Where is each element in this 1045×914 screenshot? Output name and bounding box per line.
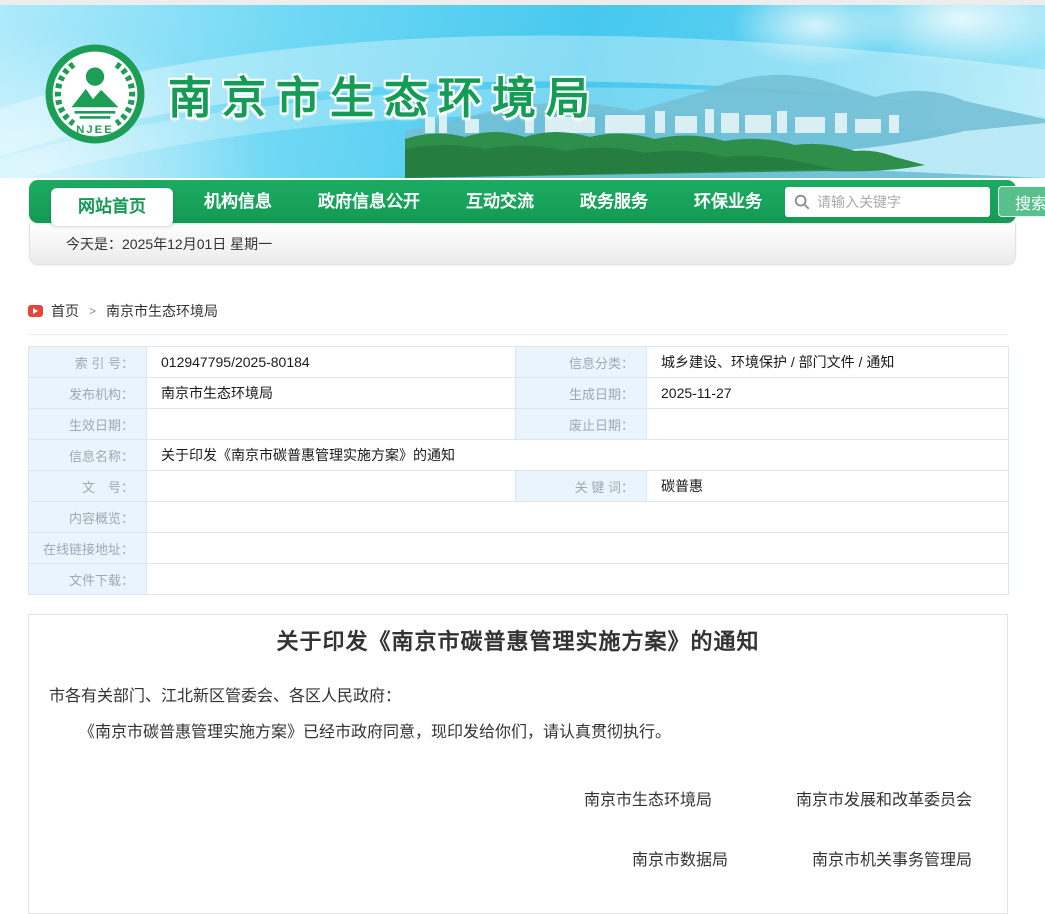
breadcrumb-home-link[interactable]: 首页	[51, 301, 79, 321]
file-download-value	[147, 564, 1009, 595]
site-banner: NJEE 南京市生态环境局	[0, 5, 1045, 178]
summary-value	[147, 502, 1009, 533]
info-category-value: 城乡建设、环境保护 / 部门文件 / 通知	[647, 347, 1009, 378]
breadcrumb-separator: >	[89, 304, 96, 318]
signature-org: 南京市生态环境局	[584, 783, 712, 819]
file-download-label: 文件下载：	[29, 564, 147, 595]
nav-tab-home[interactable]: 网站首页	[51, 188, 173, 226]
document-meta-table: 索 引 号： 012947795/2025-80184 信息分类： 城乡建设、环…	[28, 346, 1009, 595]
svg-text:NJEE: NJEE	[76, 124, 113, 136]
breadcrumb: 首页 > 南京市生态环境局	[28, 301, 1008, 335]
signature-org: 南京市机关事务管理局	[812, 843, 972, 879]
nav-tab-gov-disclosure[interactable]: 政府信息公开	[295, 180, 443, 223]
keyword-label: 关 键 词：	[516, 471, 647, 502]
table-row: 文 号： 关 键 词： 碳普惠	[29, 471, 1009, 502]
article-paragraph: 《南京市碳普惠管理实施方案》已经市政府同意，现印发给你们，请认真贯彻执行。	[49, 715, 987, 751]
table-row: 信息名称： 关于印发《南京市碳普惠管理实施方案》的通知	[29, 440, 1009, 471]
breadcrumb-current: 南京市生态环境局	[106, 301, 218, 321]
table-row: 文件下载：	[29, 564, 1009, 595]
site-logo[interactable]: NJEE 南京市生态环境局	[44, 43, 600, 145]
signature-row-1: 南京市生态环境局 南京市发展和改革委员会	[49, 783, 987, 819]
article-title: 关于印发《南京市碳普惠管理实施方案》的通知	[29, 627, 1007, 657]
signature-org: 南京市数据局	[632, 843, 728, 879]
search-area: 搜索	[785, 186, 1045, 217]
online-link-label: 在线链接地址：	[29, 533, 147, 564]
table-row: 生效日期： 废止日期：	[29, 409, 1009, 440]
main-navigation: 网站首页 机构信息 政府信息公开 互动交流 政务服务 环保业务 搜索	[29, 180, 1016, 223]
search-input[interactable]	[785, 187, 990, 217]
nav-tab-services[interactable]: 政务服务	[557, 180, 671, 223]
search-button[interactable]: 搜索	[998, 186, 1045, 217]
table-row: 内容概览：	[29, 502, 1009, 533]
publisher-value: 南京市生态环境局	[147, 378, 516, 409]
doc-number-label: 文 号：	[29, 471, 147, 502]
index-number-value: 012947795/2025-80184	[147, 347, 516, 378]
article-body: 市各有关部门、江北新区管委会、各区人民政府： 《南京市碳普惠管理实施方案》已经市…	[29, 679, 1007, 879]
created-date-label: 生成日期：	[516, 378, 647, 409]
nav-tab-env-business[interactable]: 环保业务	[671, 180, 785, 223]
keyword-value: 碳普惠	[647, 471, 1009, 502]
abolish-date-value	[647, 409, 1009, 440]
njee-emblem-icon: NJEE	[44, 43, 146, 145]
nav-tab-org-info[interactable]: 机构信息	[181, 180, 295, 223]
info-name-label: 信息名称：	[29, 440, 147, 471]
table-row: 发布机构： 南京市生态环境局 生成日期： 2025-11-27	[29, 378, 1009, 409]
info-category-label: 信息分类：	[516, 347, 647, 378]
date-bar: 今天是：2025年12月01日 星期一	[29, 223, 1016, 265]
search-box	[785, 187, 990, 217]
effective-date-value	[147, 409, 516, 440]
article-salutation: 市各有关部门、江北新区管委会、各区人民政府：	[49, 679, 987, 715]
summary-label: 内容概览：	[29, 502, 147, 533]
main-content: 首页 > 南京市生态环境局 索 引 号： 012947795/2025-8018…	[28, 301, 1008, 914]
table-row: 索 引 号： 012947795/2025-80184 信息分类： 城乡建设、环…	[29, 347, 1009, 378]
info-name-value: 关于印发《南京市碳普惠管理实施方案》的通知	[147, 440, 1009, 471]
today-date-text: 今天是：2025年12月01日 星期一	[66, 234, 272, 254]
publisher-label: 发布机构：	[29, 378, 147, 409]
site-title: 南京市生态环境局	[168, 62, 600, 126]
effective-date-label: 生效日期：	[29, 409, 147, 440]
search-icon	[793, 193, 811, 211]
online-link-value	[147, 533, 1009, 564]
table-row: 在线链接地址：	[29, 533, 1009, 564]
doc-number-value	[147, 471, 516, 502]
signature-org: 南京市发展和改革委员会	[796, 783, 972, 819]
index-number-label: 索 引 号：	[29, 347, 147, 378]
abolish-date-label: 废止日期：	[516, 409, 647, 440]
signature-row-2: 南京市数据局 南京市机关事务管理局	[49, 843, 987, 879]
nav-tab-interaction[interactable]: 互动交流	[443, 180, 557, 223]
article-panel: 关于印发《南京市碳普惠管理实施方案》的通知 市各有关部门、江北新区管委会、各区人…	[28, 614, 1008, 914]
breadcrumb-marker-icon	[28, 305, 43, 317]
created-date-value: 2025-11-27	[647, 378, 1009, 409]
